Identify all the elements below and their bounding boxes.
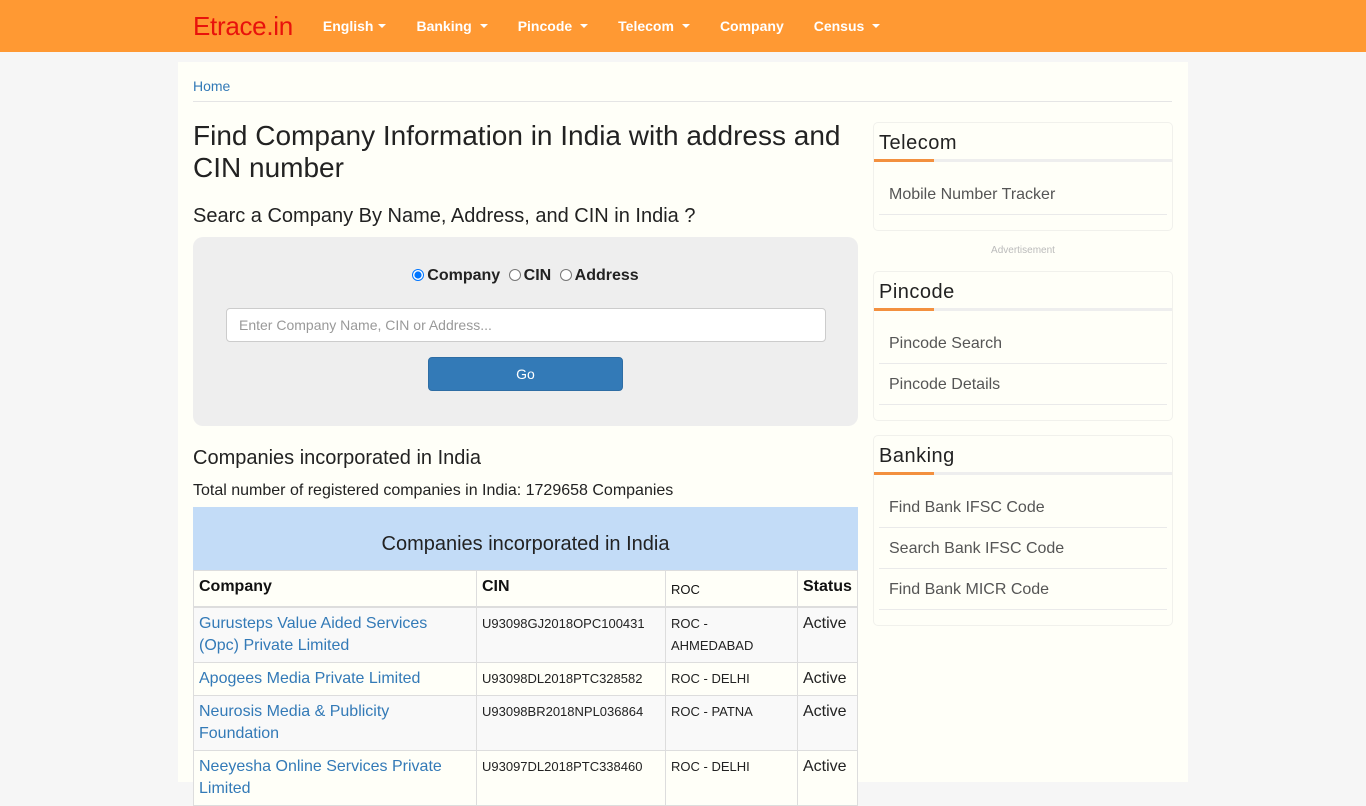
- search-type-radio-group: Company CIN Address: [193, 267, 858, 285]
- top-navbar: Etrace.in English Banking Pincode Teleco…: [0, 0, 1366, 52]
- table-row: Neeyesha Online Services Private Limited…: [193, 750, 858, 806]
- go-button[interactable]: Go: [428, 357, 623, 391]
- column-header-roc: ROC: [665, 570, 798, 608]
- nav-banking-dropdown[interactable]: Banking: [401, 18, 502, 34]
- radio-cin-option[interactable]: CIN: [505, 267, 551, 284]
- main-content: Find Company Information in India with a…: [193, 120, 858, 806]
- roc-cell: ROC - PATNA: [665, 695, 798, 751]
- nav-company-label: Company: [719, 18, 784, 34]
- nav-pincode-dropdown[interactable]: Pincode: [503, 18, 603, 34]
- widget-title-telecom: Telecom: [874, 123, 1172, 162]
- company-link[interactable]: Gurusteps Value Aided Services (Opc) Pri…: [199, 615, 427, 654]
- table-row: Apogees Media Private Limited U93098DL20…: [193, 662, 858, 696]
- page-container: Home Find Company Information in India w…: [178, 62, 1188, 806]
- column-header-company: Company: [193, 570, 477, 608]
- company-link[interactable]: Neeyesha Online Services Private Limited: [199, 758, 442, 797]
- nav-telecom-dropdown[interactable]: Telecom: [603, 18, 705, 34]
- column-header-status: Status: [797, 570, 858, 608]
- company-search-input[interactable]: [226, 308, 826, 342]
- nav-english-label: English: [322, 18, 374, 34]
- status-cell: Active: [797, 750, 858, 806]
- sidebar-link-search-bank-ifsc[interactable]: Search Bank IFSC Code: [879, 528, 1167, 569]
- radio-company-option[interactable]: Company: [412, 267, 500, 284]
- cin-cell: U93098GJ2018OPC100431: [476, 606, 666, 663]
- breadcrumb-home-link[interactable]: Home: [193, 78, 230, 94]
- nav-telecom-label: Telecom: [618, 18, 674, 34]
- brand-logo-link[interactable]: Etrace.in: [193, 11, 293, 42]
- caret-down-icon: [681, 24, 690, 28]
- sidebar-link-find-bank-micr[interactable]: Find Bank MICR Code: [879, 569, 1167, 610]
- search-panel: Company CIN Address Go: [193, 237, 858, 426]
- advertisement-label: Advertisement: [991, 245, 1055, 256]
- sidebar-link-find-bank-ifsc[interactable]: Find Bank IFSC Code: [879, 487, 1167, 528]
- radio-company[interactable]: [412, 269, 425, 281]
- nav-english-dropdown[interactable]: English: [308, 18, 402, 34]
- cin-cell: U93097DL2018PTC338460: [476, 750, 666, 806]
- page-title: Find Company Information in India with a…: [193, 120, 841, 183]
- nav-banking-label: Banking: [416, 18, 472, 34]
- table-header-row: Company CIN ROC Status: [193, 570, 858, 608]
- caret-down-icon: [872, 24, 881, 28]
- company-link[interactable]: Neurosis Media & Publicity Foundation: [199, 703, 389, 742]
- caret-down-icon: [378, 24, 387, 28]
- company-link[interactable]: Apogees Media Private Limited: [199, 670, 420, 687]
- roc-cell: ROC - DELHI: [665, 662, 798, 696]
- companies-table: Companies incorporated in India Company …: [193, 507, 858, 806]
- status-cell: Active: [797, 695, 858, 751]
- nav-census-label: Census: [813, 18, 865, 34]
- nav-pincode-label: Pincode: [517, 18, 573, 34]
- caret-down-icon: [580, 24, 589, 28]
- widget-title-pincode: Pincode: [874, 272, 1172, 311]
- cin-cell: U93098DL2018PTC328582: [476, 662, 666, 696]
- table-caption: Companies incorporated in India: [193, 507, 858, 570]
- sidebar: Telecom Mobile Number Tracker Advertisem…: [873, 122, 1173, 640]
- breadcrumb-divider: [193, 101, 1172, 102]
- radio-address[interactable]: [559, 269, 572, 281]
- search-heading: Searc a Company By Name, Address, and CI…: [193, 205, 696, 227]
- roc-cell: ROC - DELHI: [665, 750, 798, 806]
- sidebar-link-mobile-number-tracker[interactable]: Mobile Number Tracker: [879, 174, 1167, 215]
- table-row: Neurosis Media & Publicity Foundation U9…: [193, 695, 858, 751]
- companies-heading: Companies incorporated in India: [193, 447, 481, 469]
- telecom-widget: Telecom Mobile Number Tracker: [873, 122, 1173, 231]
- pincode-widget: Pincode Pincode Search Pincode Details: [873, 271, 1173, 421]
- widget-title-banking: Banking: [874, 436, 1172, 475]
- column-header-cin: CIN: [476, 570, 666, 608]
- roc-cell: ROC - AHMEDABAD: [665, 606, 798, 663]
- radio-cin[interactable]: [508, 269, 521, 281]
- table-row: Gurusteps Value Aided Services (Opc) Pri…: [193, 606, 858, 663]
- nav-company-link[interactable]: Company: [705, 18, 799, 34]
- sidebar-link-pincode-search[interactable]: Pincode Search: [879, 323, 1167, 364]
- sidebar-link-pincode-details[interactable]: Pincode Details: [879, 364, 1167, 405]
- status-cell: Active: [797, 606, 858, 663]
- total-companies-text: Total number of registered companies in …: [193, 482, 674, 499]
- nav-census-dropdown[interactable]: Census: [799, 18, 896, 34]
- cin-cell: U93098BR2018NPL036864: [476, 695, 666, 751]
- radio-address-option[interactable]: Address: [556, 267, 639, 284]
- status-cell: Active: [797, 662, 858, 696]
- caret-down-icon: [479, 24, 488, 28]
- banking-widget: Banking Find Bank IFSC Code Search Bank …: [873, 435, 1173, 626]
